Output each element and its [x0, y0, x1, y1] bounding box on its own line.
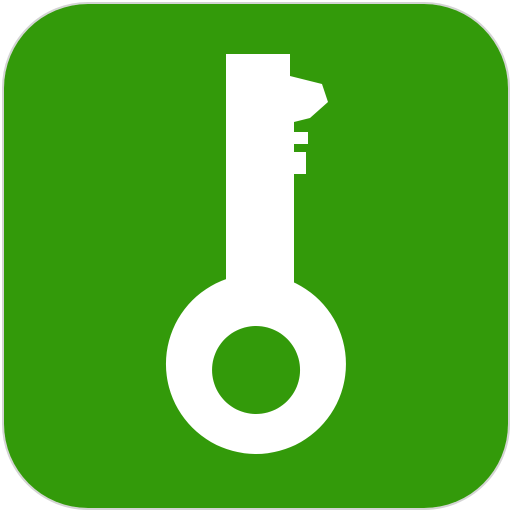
key-icon — [165, 54, 346, 454]
key-shaft — [226, 54, 328, 296]
key-bow — [165, 274, 346, 454]
app-icon[interactable] — [2, 2, 510, 510]
